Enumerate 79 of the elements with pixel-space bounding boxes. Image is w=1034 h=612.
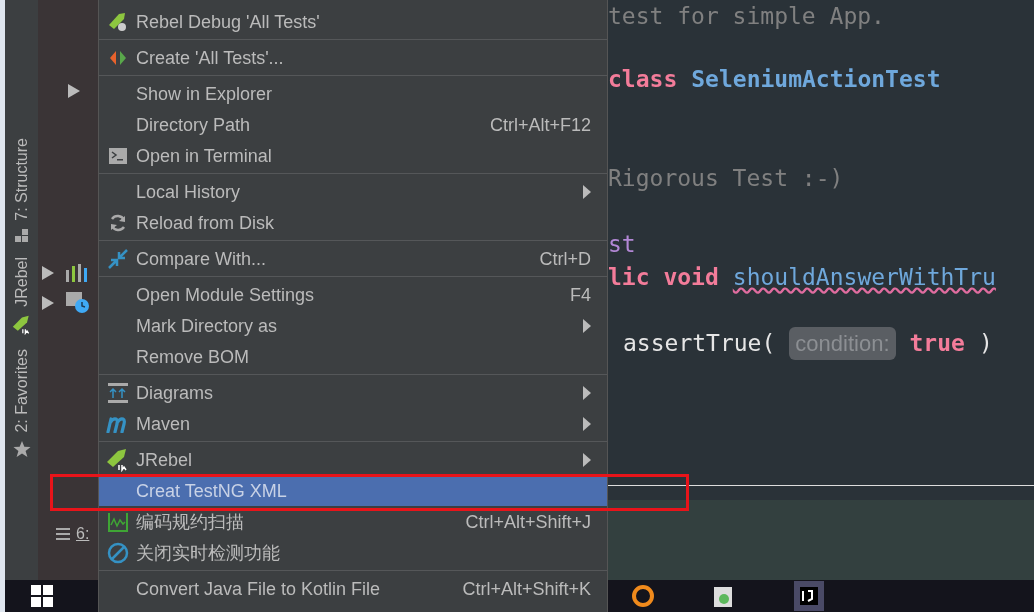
jrebel-rocket-icon	[11, 314, 32, 335]
compare-arrows-icon	[106, 247, 129, 270]
submenu-arrow-icon	[583, 452, 591, 467]
submenu-arrow-icon	[583, 385, 591, 400]
menu-item[interactable]: JRebel	[99, 444, 607, 475]
menu-item[interactable]: Open in Terminal	[99, 140, 607, 174]
menu-item-label: Reload from Disk	[136, 212, 275, 233]
menu-item[interactable]: Maven	[99, 408, 607, 442]
menu-item-label: Creat TestNG XML	[136, 480, 287, 501]
menu-item[interactable]: Creat TestNG XML	[99, 475, 607, 506]
menu-item-label: Directory Path	[136, 114, 251, 135]
menu-item-label: Create 'All Tests'...	[136, 47, 284, 68]
star-icon	[12, 440, 31, 459]
windows-logo-icon[interactable]	[31, 585, 53, 607]
bottom-tab-label[interactable]: 6:	[76, 522, 90, 546]
code-text: Rigorous Test :-)	[608, 164, 844, 193]
code-text: st	[608, 230, 636, 259]
menu-item[interactable]: Show in Explorer	[99, 78, 607, 109]
menu-item[interactable]: Convert Java File to Kotlin File Ctrl+Alt+Shift+K	[99, 573, 607, 604]
menu-item-label: Open in Terminal	[136, 145, 272, 166]
menu-item[interactable]: Remove BOM	[99, 341, 607, 375]
code-text: class	[608, 65, 678, 94]
menu-item[interactable]: Rebel Debug 'All Tests'	[99, 6, 607, 40]
menu-item-label: Diagrams	[136, 382, 214, 403]
menu-item-label: Compare With...	[136, 248, 267, 269]
menu-item-label: Remove BOM	[136, 346, 250, 367]
terminal-clock-icon	[66, 292, 90, 314]
menu-item-label: 编码规约扫描	[136, 511, 244, 532]
tool-window-tab[interactable]: 7: Structure	[9, 138, 34, 221]
menu-item[interactable]: Create 'All Tests'...	[99, 42, 607, 76]
code-text: assertTrue(	[623, 329, 776, 358]
jrebel-rocket-icon	[105, 447, 130, 472]
diagram-icon	[106, 381, 129, 404]
menu-item[interactable]: Directory Path Ctrl+Alt+F12	[99, 109, 607, 140]
list-icon	[56, 528, 70, 540]
menu-item-label: Rebel Debug 'All Tests'	[136, 11, 320, 32]
menu-item[interactable]: 关闭实时检测功能	[99, 537, 607, 571]
menu-item[interactable]: Open Module Settings F4	[99, 279, 607, 310]
waveform-frame-icon	[106, 510, 129, 533]
menu-item-label: JRebel	[136, 449, 193, 470]
shortcut-label: Ctrl+Alt+Shift+K	[462, 578, 591, 599]
shortcut-label: F4	[570, 284, 591, 305]
code-text: SeleniumActionTest	[691, 65, 941, 94]
menu-item-label: Show in Explorer	[136, 83, 273, 104]
code-text: test for simple App.	[608, 2, 885, 31]
tool-window-tab[interactable]: 2: Favorites	[9, 348, 34, 433]
menu-item-label: 关闭实时检测功能	[136, 542, 280, 563]
shortcut-label: Ctrl+Alt+F12	[489, 114, 591, 135]
menu-item[interactable]: Diagrams	[99, 377, 607, 408]
tool-window-tab[interactable]: JRebel	[9, 256, 34, 307]
menu-item-label: Maven	[136, 413, 191, 434]
expand-arrow-icon[interactable]	[42, 266, 54, 280]
menu-item[interactable]: Compare With... Ctrl+D	[99, 243, 607, 277]
menu-item[interactable]: Local History	[99, 176, 607, 207]
expand-arrow-icon[interactable]	[68, 84, 80, 98]
rocket-bug-icon	[106, 10, 129, 33]
shortcut-label: Ctrl+D	[539, 248, 591, 269]
menu-item-label: Convert Java File to Kotlin File	[136, 578, 381, 599]
submenu-arrow-icon	[583, 318, 591, 333]
menu-item[interactable]: 编码规约扫描 Ctrl+Alt+Shift+J	[99, 506, 607, 537]
prohibited-icon	[106, 541, 129, 564]
blocks-icon	[14, 228, 29, 243]
expand-arrow-icon[interactable]	[42, 296, 54, 310]
terminal-icon	[108, 147, 127, 164]
code-text: shouldAnswerWithTru	[732, 263, 996, 292]
code-text: )	[978, 329, 993, 358]
menu-item[interactable]: Mark Directory as	[99, 310, 607, 341]
menu-item-label: Open Module Settings	[136, 284, 315, 305]
submenu-arrow-icon	[583, 416, 591, 431]
menu-item[interactable]: Reload from Disk	[99, 207, 607, 241]
menu-item-label: Local History	[136, 181, 241, 202]
ide-icon[interactable]	[794, 581, 824, 611]
code-text: true	[909, 329, 965, 358]
code-text: lic void	[608, 263, 719, 292]
ring-icon[interactable]	[630, 583, 656, 609]
submenu-arrow-icon	[583, 184, 591, 199]
menu-item-label: Mark Directory as	[136, 315, 278, 336]
bar-chart-icon	[66, 264, 88, 282]
shortcut-label: Ctrl+Alt+Shift+J	[465, 511, 591, 532]
